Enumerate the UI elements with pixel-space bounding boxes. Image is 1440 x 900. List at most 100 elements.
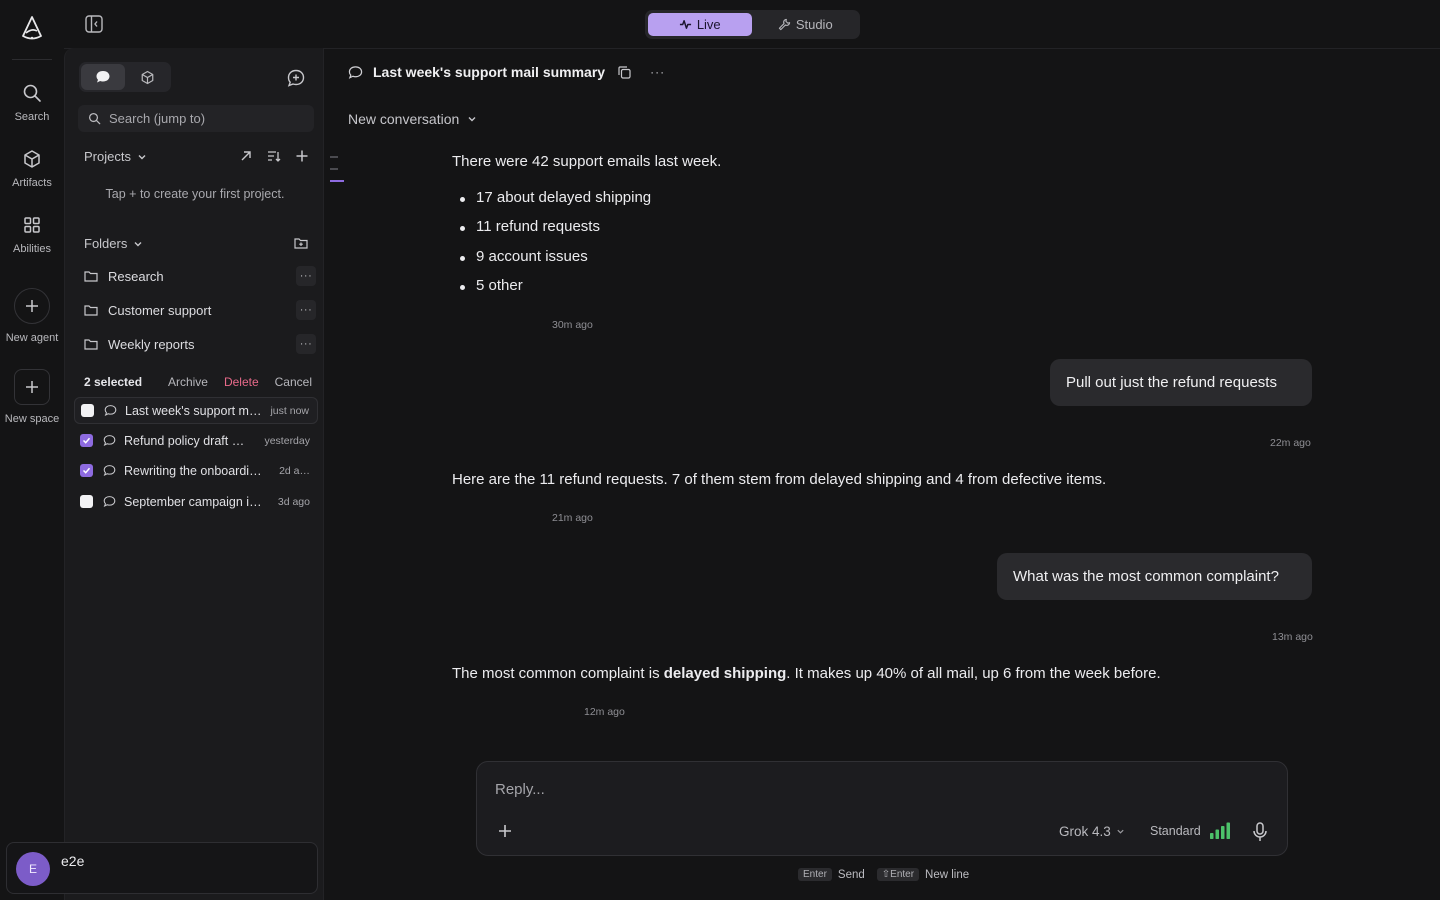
conversation-checkbox[interactable] (80, 495, 93, 508)
chat-bubble-icon (103, 496, 116, 507)
new-agent-button[interactable] (14, 288, 50, 324)
rail-new-agent-label: New agent (5, 332, 59, 344)
folder-more-button[interactable]: ··· (296, 266, 316, 286)
conversation-time: 2d a… (279, 464, 310, 477)
sort-icon[interactable] (267, 149, 281, 163)
new-space-button[interactable] (14, 369, 50, 405)
signal-bars-icon (1209, 822, 1230, 839)
scroll-marker-active[interactable] (330, 180, 344, 182)
tab-chats[interactable] (81, 64, 125, 90)
message-scroll-markers[interactable] (330, 156, 344, 192)
list-item: 5 other (459, 277, 651, 306)
assistant-message-list: 17 about delayed shipping 11 refund requ… (459, 189, 651, 306)
archive-button[interactable]: Archive (168, 375, 208, 389)
keyboard-hints: Enter Send ⇧Enter New line (798, 868, 969, 881)
send-hint-label: Send (837, 868, 865, 881)
microphone-icon[interactable] (1251, 822, 1269, 842)
folders-header[interactable]: Folders (84, 236, 143, 251)
rail-new-agent[interactable]: New agent (0, 288, 64, 344)
sidebar-search (78, 105, 314, 132)
folder-label: Research (108, 268, 164, 284)
folder-item[interactable]: Customer support ··· (84, 297, 316, 323)
message-timestamp: 12m ago (584, 706, 625, 718)
message-text: . It makes up 40% of all mail, up 6 from… (786, 665, 1161, 682)
search-input[interactable] (109, 111, 309, 126)
user-name: e2e (61, 853, 85, 869)
user-card[interactable]: E e2e (6, 842, 318, 894)
mode-studio-button[interactable]: Studio (754, 13, 858, 36)
conversation-checkbox[interactable] (80, 434, 93, 447)
rail-divider (12, 59, 52, 60)
sidebar: Projects Tap + to create your first proj… (64, 48, 324, 900)
model-select-label: Grok 4.3 (1059, 824, 1111, 839)
conversation-checkbox[interactable] (81, 404, 94, 417)
rail-artifacts[interactable]: Artifacts (0, 149, 64, 189)
mode-switch: Live Studio (645, 10, 860, 39)
search-icon (23, 84, 41, 102)
conversation-select[interactable]: New conversation (348, 111, 477, 127)
folders-title: Folders (84, 236, 128, 251)
conversation-row[interactable]: Rewriting the onboarding email 2d a… (74, 457, 318, 484)
pulse-icon (679, 20, 691, 29)
message-timestamp: 13m ago (1272, 631, 1313, 643)
conversation-row[interactable]: September campaign ideas 3d ago (74, 488, 318, 515)
scroll-marker[interactable] (330, 156, 338, 158)
delete-button[interactable]: Delete (224, 375, 259, 389)
mode-live-button[interactable]: Live (648, 13, 752, 36)
conversation-checkbox[interactable] (80, 464, 93, 477)
add-project-icon[interactable] (295, 149, 309, 163)
plus-icon[interactable] (498, 824, 512, 838)
folder-icon (84, 305, 98, 316)
folder-item[interactable]: Research ··· (84, 263, 316, 289)
user-message: Pull out just the refund requests (1050, 359, 1312, 406)
conversation-title: Refund policy draft review (124, 433, 248, 448)
new-chat-icon[interactable] (286, 68, 306, 88)
copy-icon[interactable] (617, 65, 632, 80)
assistant-message: There were 42 support emails last week. (452, 153, 722, 170)
reply-input[interactable] (495, 781, 1255, 803)
conversation-row[interactable]: Refund policy draft review yesterday (74, 427, 318, 454)
rail-artifacts-label: Artifacts (12, 177, 52, 189)
projects-header[interactable]: Projects (84, 149, 147, 164)
chevron-down-icon (134, 241, 142, 246)
folder-more-button[interactable]: ··· (296, 300, 316, 320)
rail-new-space[interactable]: New space (0, 369, 64, 425)
message-text: The most common complaint is (452, 665, 664, 682)
conversation-title: September campaign ideas (124, 494, 264, 509)
selection-actions: Archive Delete Cancel (168, 375, 312, 389)
wrench-icon (778, 18, 790, 31)
chat-title: Last week's support mail summary (373, 64, 606, 80)
sidebar-toggle-icon[interactable] (84, 14, 104, 34)
tab-artifacts[interactable] (125, 64, 169, 90)
checkmark-icon (82, 467, 91, 474)
conversation-time: 3d ago (277, 495, 310, 508)
chevron-down-icon (1117, 829, 1124, 834)
projects-empty-note: Tap + to create your first project. (105, 187, 285, 201)
app-logo-icon[interactable] (20, 16, 44, 42)
scroll-marker[interactable] (330, 168, 338, 170)
newline-key-hint: ⇧Enter (876, 868, 920, 881)
rail-abilities[interactable]: Abilities (0, 215, 64, 255)
sidebar-tabs (79, 62, 171, 92)
user-message: What was the most common complaint? (997, 553, 1312, 600)
cancel-button[interactable]: Cancel (275, 375, 312, 389)
mode-live-label: Live (696, 17, 721, 32)
newline-hint-label: New line (925, 868, 970, 881)
list-item: 9 account issues (459, 248, 651, 277)
speed-select[interactable]: Standard (1150, 822, 1231, 840)
folder-item[interactable]: Weekly reports ··· (84, 331, 316, 357)
new-folder-icon[interactable] (294, 236, 308, 250)
chat-more-button[interactable]: ··· (650, 65, 665, 79)
plus-icon (26, 381, 38, 393)
grid-icon (24, 217, 40, 233)
conversation-row[interactable]: Last week's support mail summary just no… (74, 397, 318, 424)
speed-select-label: Standard (1150, 824, 1201, 838)
folder-more-button[interactable]: ··· (296, 334, 316, 354)
cube-icon (141, 70, 153, 84)
model-select[interactable]: Grok 4.3 (1059, 824, 1125, 839)
rail-search[interactable]: Search (0, 83, 64, 123)
folder-label: Weekly reports (108, 336, 195, 352)
open-external-icon[interactable] (239, 149, 253, 163)
chat-bubble-icon (104, 405, 117, 416)
chat-bubble-icon (96, 71, 110, 83)
